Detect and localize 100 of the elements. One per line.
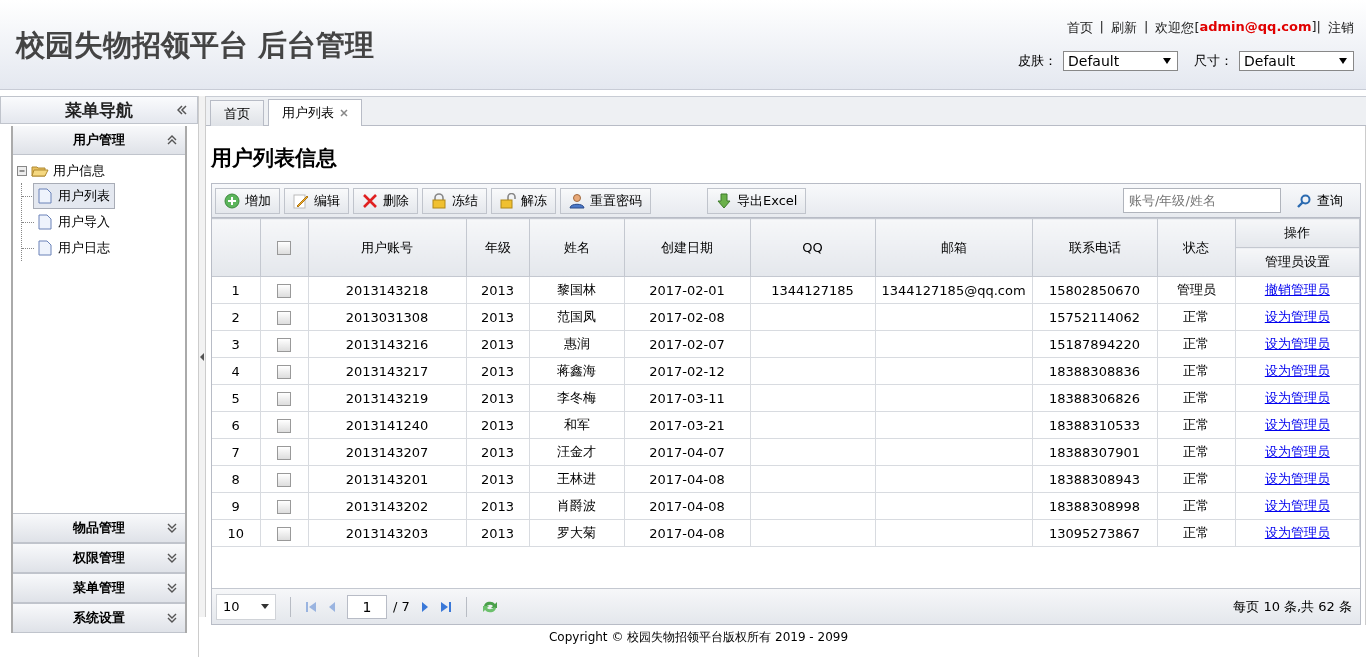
table-cell: 王林进 [529, 465, 624, 493]
row-number: 8 [212, 465, 260, 493]
row-number: 3 [212, 330, 260, 358]
last-page-icon[interactable] [439, 600, 452, 613]
row-number: 2 [212, 303, 260, 331]
toolbar-button[interactable]: 编辑 [284, 187, 349, 214]
table-cell: 正常 [1157, 465, 1235, 493]
table-cell: 2013143217 [308, 357, 466, 385]
double-chevron-up-icon [167, 135, 177, 145]
table-cell: 15802850670 [1032, 276, 1157, 304]
checkbox[interactable] [277, 445, 291, 460]
column-header: 创建日期 [624, 218, 750, 277]
table-cell: 18388308836 [1032, 357, 1157, 385]
checkbox[interactable] [277, 310, 291, 325]
table-cell: 汪金才 [529, 438, 624, 466]
next-page-icon[interactable] [419, 600, 430, 613]
checkbox[interactable] [277, 337, 291, 352]
row-number: 4 [212, 357, 260, 385]
table-cell: 2013 [466, 303, 529, 331]
accordion-header[interactable]: 系统设置 [13, 603, 185, 633]
column-header: 状态 [1157, 218, 1235, 277]
search-icon [1297, 193, 1311, 208]
page-size-select[interactable]: 10 [216, 593, 276, 620]
checkbox[interactable] [277, 526, 291, 541]
column-header: 管理员设置 [1235, 247, 1360, 277]
table-cell: 2013143201 [308, 465, 466, 493]
checkbox[interactable] [277, 364, 291, 379]
table-cell: 正常 [1157, 438, 1235, 466]
accordion-header[interactable]: 物品管理 [13, 513, 185, 543]
checkbox[interactable] [277, 499, 291, 514]
checkbox[interactable] [277, 418, 291, 433]
column-group-header: 操作 [1235, 218, 1360, 248]
table-cell: 正常 [1157, 357, 1235, 385]
table-cell: 2013 [466, 519, 529, 547]
column-header: 联系电话 [1032, 218, 1157, 277]
double-chevron-down-icon [167, 523, 177, 533]
table-cell: 2013 [466, 492, 529, 520]
table-cell: 2017-03-21 [624, 411, 750, 439]
plus-icon [224, 192, 240, 209]
search-field[interactable]: 账号/年级/姓名 [1123, 188, 1281, 213]
tree-item[interactable]: 用户列表 [33, 183, 115, 209]
table-cell: 1344127185 [750, 276, 875, 304]
table-cell: 惠润 [529, 330, 624, 358]
toolbar-button[interactable]: 重置密码 [560, 187, 651, 214]
previous-page-icon[interactable] [327, 600, 337, 613]
table-cell: 肖爵波 [529, 492, 624, 520]
close-icon[interactable] [340, 109, 348, 117]
toolbar-button[interactable]: 解冻 [491, 187, 556, 214]
row-number: 1 [212, 276, 260, 304]
table-cell: 18388310533 [1032, 411, 1157, 439]
table-cell: 2013 [466, 330, 529, 358]
select-dropdown[interactable]: Default [1239, 51, 1354, 71]
table-cell: 2013031308 [308, 303, 466, 331]
user-name: admin@qq.com [1199, 19, 1312, 36]
table-cell: 2013143219 [308, 384, 466, 412]
toolbar-button[interactable]: 删除 [353, 187, 418, 214]
table-cell: 2013 [466, 276, 529, 304]
table-cell: 18388308998 [1032, 492, 1157, 520]
separator-text: | [1099, 19, 1104, 36]
table-cell: 2017-02-08 [624, 303, 750, 331]
collapse-icon[interactable] [177, 105, 187, 115]
table-cell: 2013143216 [308, 330, 466, 358]
toolbar-button[interactable]: 导出Excel [707, 187, 807, 214]
tree-item[interactable]: 用户信息 [53, 162, 105, 180]
tab[interactable]: 首页 [210, 100, 264, 126]
table-cell: 15752114062 [1032, 303, 1157, 331]
table-cell: 1344127185@qq.com [875, 276, 1032, 304]
accordion-header[interactable]: 权限管理 [13, 543, 185, 573]
column-header: 用户账号 [308, 218, 466, 277]
site-title: 校园失物招领平台 后台管理 [16, 27, 375, 64]
page-number-field[interactable]: 1 [347, 594, 387, 619]
table-cell: 罗大菊 [529, 519, 624, 547]
unlock-icon [500, 192, 516, 209]
table-cell: 13095273867 [1032, 519, 1157, 547]
table-cell: 2013141240 [308, 411, 466, 439]
checkbox[interactable] [277, 283, 291, 298]
double-chevron-down-icon [167, 583, 177, 593]
splitter-handle-icon[interactable] [200, 352, 204, 361]
header-link[interactable]: 首页 [1066, 19, 1093, 37]
table-cell: 2013 [466, 438, 529, 466]
toolbar-button[interactable]: 增加 [215, 187, 280, 214]
checkbox[interactable] [277, 241, 291, 256]
tree-item[interactable]: 用户导入 [33, 209, 115, 235]
table-cell: 2017-04-08 [624, 465, 750, 493]
accordion-header[interactable]: 用户管理 [13, 126, 185, 155]
checkbox[interactable] [277, 391, 291, 406]
header-link[interactable]: 刷新 [1111, 19, 1137, 37]
select-dropdown[interactable]: Default [1063, 51, 1178, 71]
toolbar-button[interactable]: 冻结 [422, 187, 487, 214]
welcome-text: ]| [1311, 19, 1321, 36]
tab[interactable]: 用户列表 [268, 99, 362, 126]
table-cell: 正常 [1157, 384, 1235, 412]
checkbox[interactable] [277, 472, 291, 487]
tree-toggle-icon[interactable] [17, 166, 27, 176]
select-label: 皮肤： [1018, 52, 1057, 70]
header-link[interactable]: 注销 [1328, 19, 1354, 37]
tree-item[interactable]: 用户日志 [33, 235, 115, 261]
search-button[interactable]: 查询 [1285, 188, 1357, 213]
accordion-header[interactable]: 菜单管理 [13, 573, 185, 603]
first-page-icon[interactable] [305, 600, 317, 613]
